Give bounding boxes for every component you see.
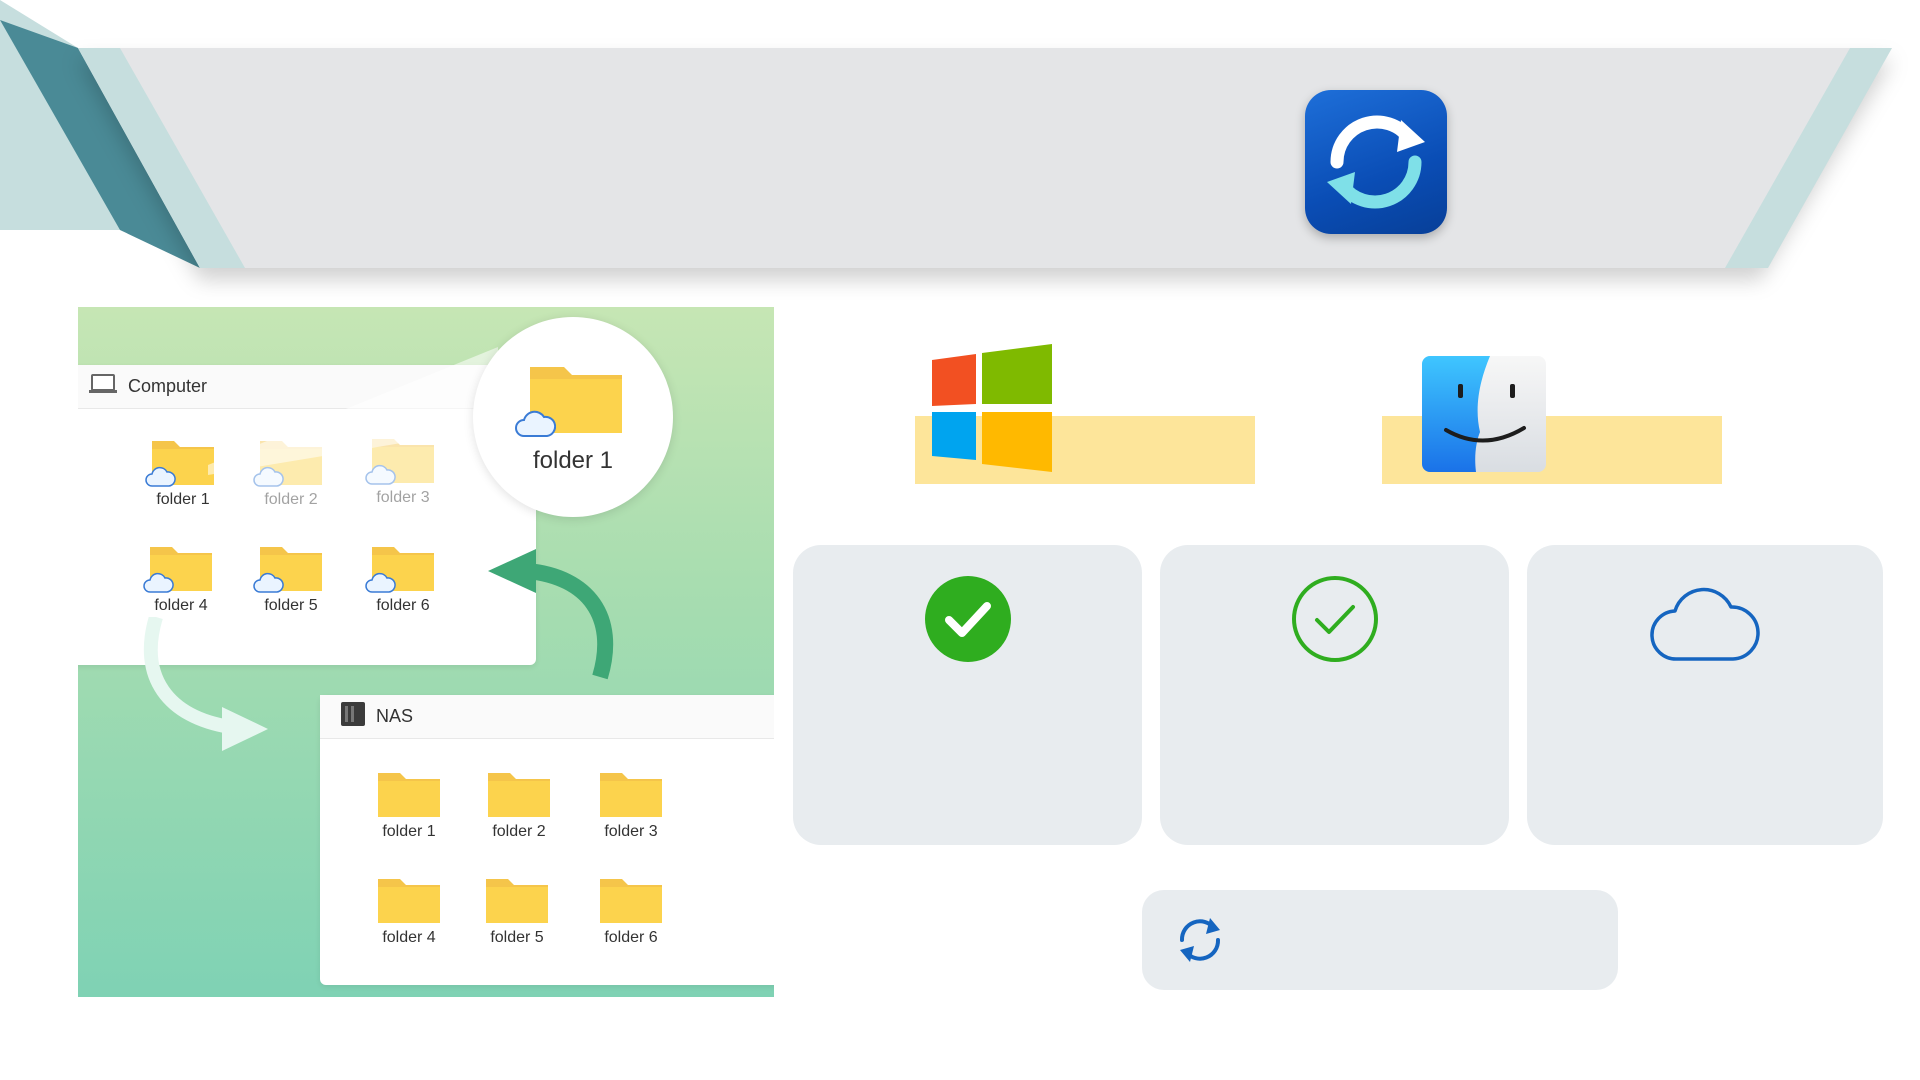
folder-label: folder 1 xyxy=(382,823,436,840)
nas-folder-6[interactable]: folder 6 xyxy=(576,873,686,947)
sync-icon[interactable] xyxy=(1172,912,1228,968)
folder-icon xyxy=(598,873,664,925)
folder-label: folder 6 xyxy=(604,929,658,946)
cloud-badge-icon xyxy=(514,410,557,443)
nas-folder-1[interactable]: folder 1 xyxy=(354,767,464,841)
sync-arrow-to-nas xyxy=(143,617,268,751)
nas-device-icon xyxy=(340,701,366,732)
folder-icon xyxy=(515,359,624,437)
folder-icon xyxy=(376,767,442,819)
folder-label: folder 3 xyxy=(604,823,658,840)
folder-icon xyxy=(486,767,552,819)
header-banner xyxy=(0,0,1892,268)
windows-logo-icon xyxy=(930,344,1056,477)
nas-folder-2[interactable]: folder 2 xyxy=(464,767,574,841)
check-filled-icon xyxy=(925,576,1011,662)
folder-icon xyxy=(376,873,442,925)
nas-folder-5[interactable]: folder 5 xyxy=(462,873,572,947)
folder-label: folder 5 xyxy=(490,929,544,946)
nas-folder-4[interactable]: folder 4 xyxy=(354,873,464,947)
nas-window-title: NAS xyxy=(376,706,414,726)
folder-icon xyxy=(598,767,664,819)
status-card-local xyxy=(1160,545,1509,845)
zoom-folder-label: folder 1 xyxy=(532,447,614,474)
folder-zoom-callout: folder 1 xyxy=(473,317,673,517)
sync-status-bar[interactable] xyxy=(1142,890,1618,990)
nas-window-titlebar: NAS xyxy=(320,695,774,739)
nas-window: NAS folder 1 folder 2 folder 3 folder 4 … xyxy=(320,695,774,985)
check-outline-icon xyxy=(1292,576,1378,662)
folder-label: folder 2 xyxy=(492,823,546,840)
status-card-cloud xyxy=(1527,545,1883,845)
sync-arrow-to-computer xyxy=(488,549,614,680)
cloud-outline-icon xyxy=(1650,587,1760,661)
nas-folder-3[interactable]: folder 3 xyxy=(576,767,686,841)
folder-icon xyxy=(484,873,550,925)
sync-illustration: Computer folder 1 folder 2 folder 3 fold… xyxy=(78,307,774,997)
folder-label: folder 4 xyxy=(382,929,436,946)
sync-app-icon[interactable] xyxy=(1305,90,1447,234)
finder-logo-icon xyxy=(1420,354,1548,479)
status-card-synced xyxy=(793,545,1142,845)
